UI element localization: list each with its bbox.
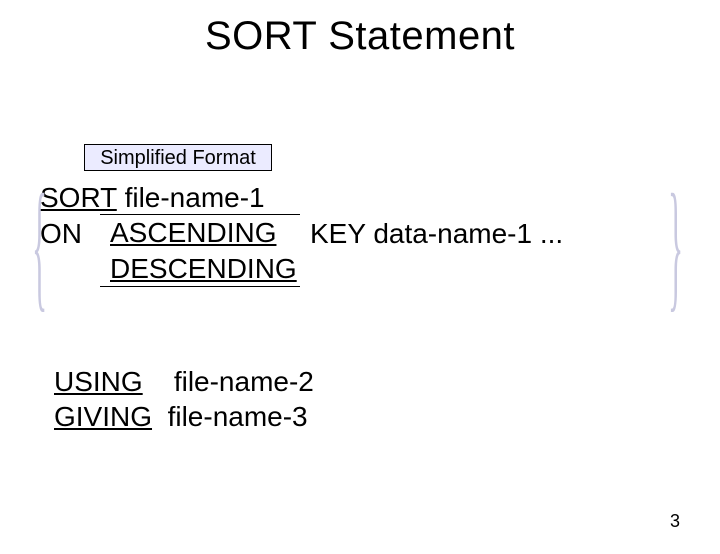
order-option-box: ASCENDING DESCENDING: [100, 214, 300, 287]
key-clause: KEY data-name-1 ...: [310, 218, 563, 250]
ellipsis: ...: [540, 218, 563, 249]
on-keyword: ON: [40, 218, 82, 250]
file-name-1: file-name-1: [125, 182, 265, 213]
page-title: SORT Statement: [0, 14, 720, 59]
format-label-box: Simplified Format: [84, 144, 272, 171]
using-giving-block: USING file-name-2 GIVING file-name-3: [54, 364, 314, 434]
sort-line-1: SORT file-name-1: [40, 180, 265, 215]
file-name-2: file-name-2: [174, 366, 314, 397]
data-name-1: data-name-1: [373, 218, 532, 249]
giving-keyword: GIVING: [54, 401, 152, 432]
giving-line: GIVING file-name-3: [54, 399, 314, 434]
file-name-3: file-name-3: [168, 401, 308, 432]
key-keyword: KEY: [310, 218, 366, 249]
sort-syntax-block: SORT file-name-1: [40, 180, 265, 215]
using-line: USING file-name-2: [54, 364, 314, 399]
descending-keyword: DESCENDING: [110, 253, 297, 284]
right-brace-icon: }: [668, 163, 683, 328]
using-keyword: USING: [54, 366, 143, 397]
page-number: 3: [670, 511, 680, 532]
ascending-keyword: ASCENDING: [110, 217, 276, 248]
sort-keyword: SORT: [40, 182, 117, 213]
